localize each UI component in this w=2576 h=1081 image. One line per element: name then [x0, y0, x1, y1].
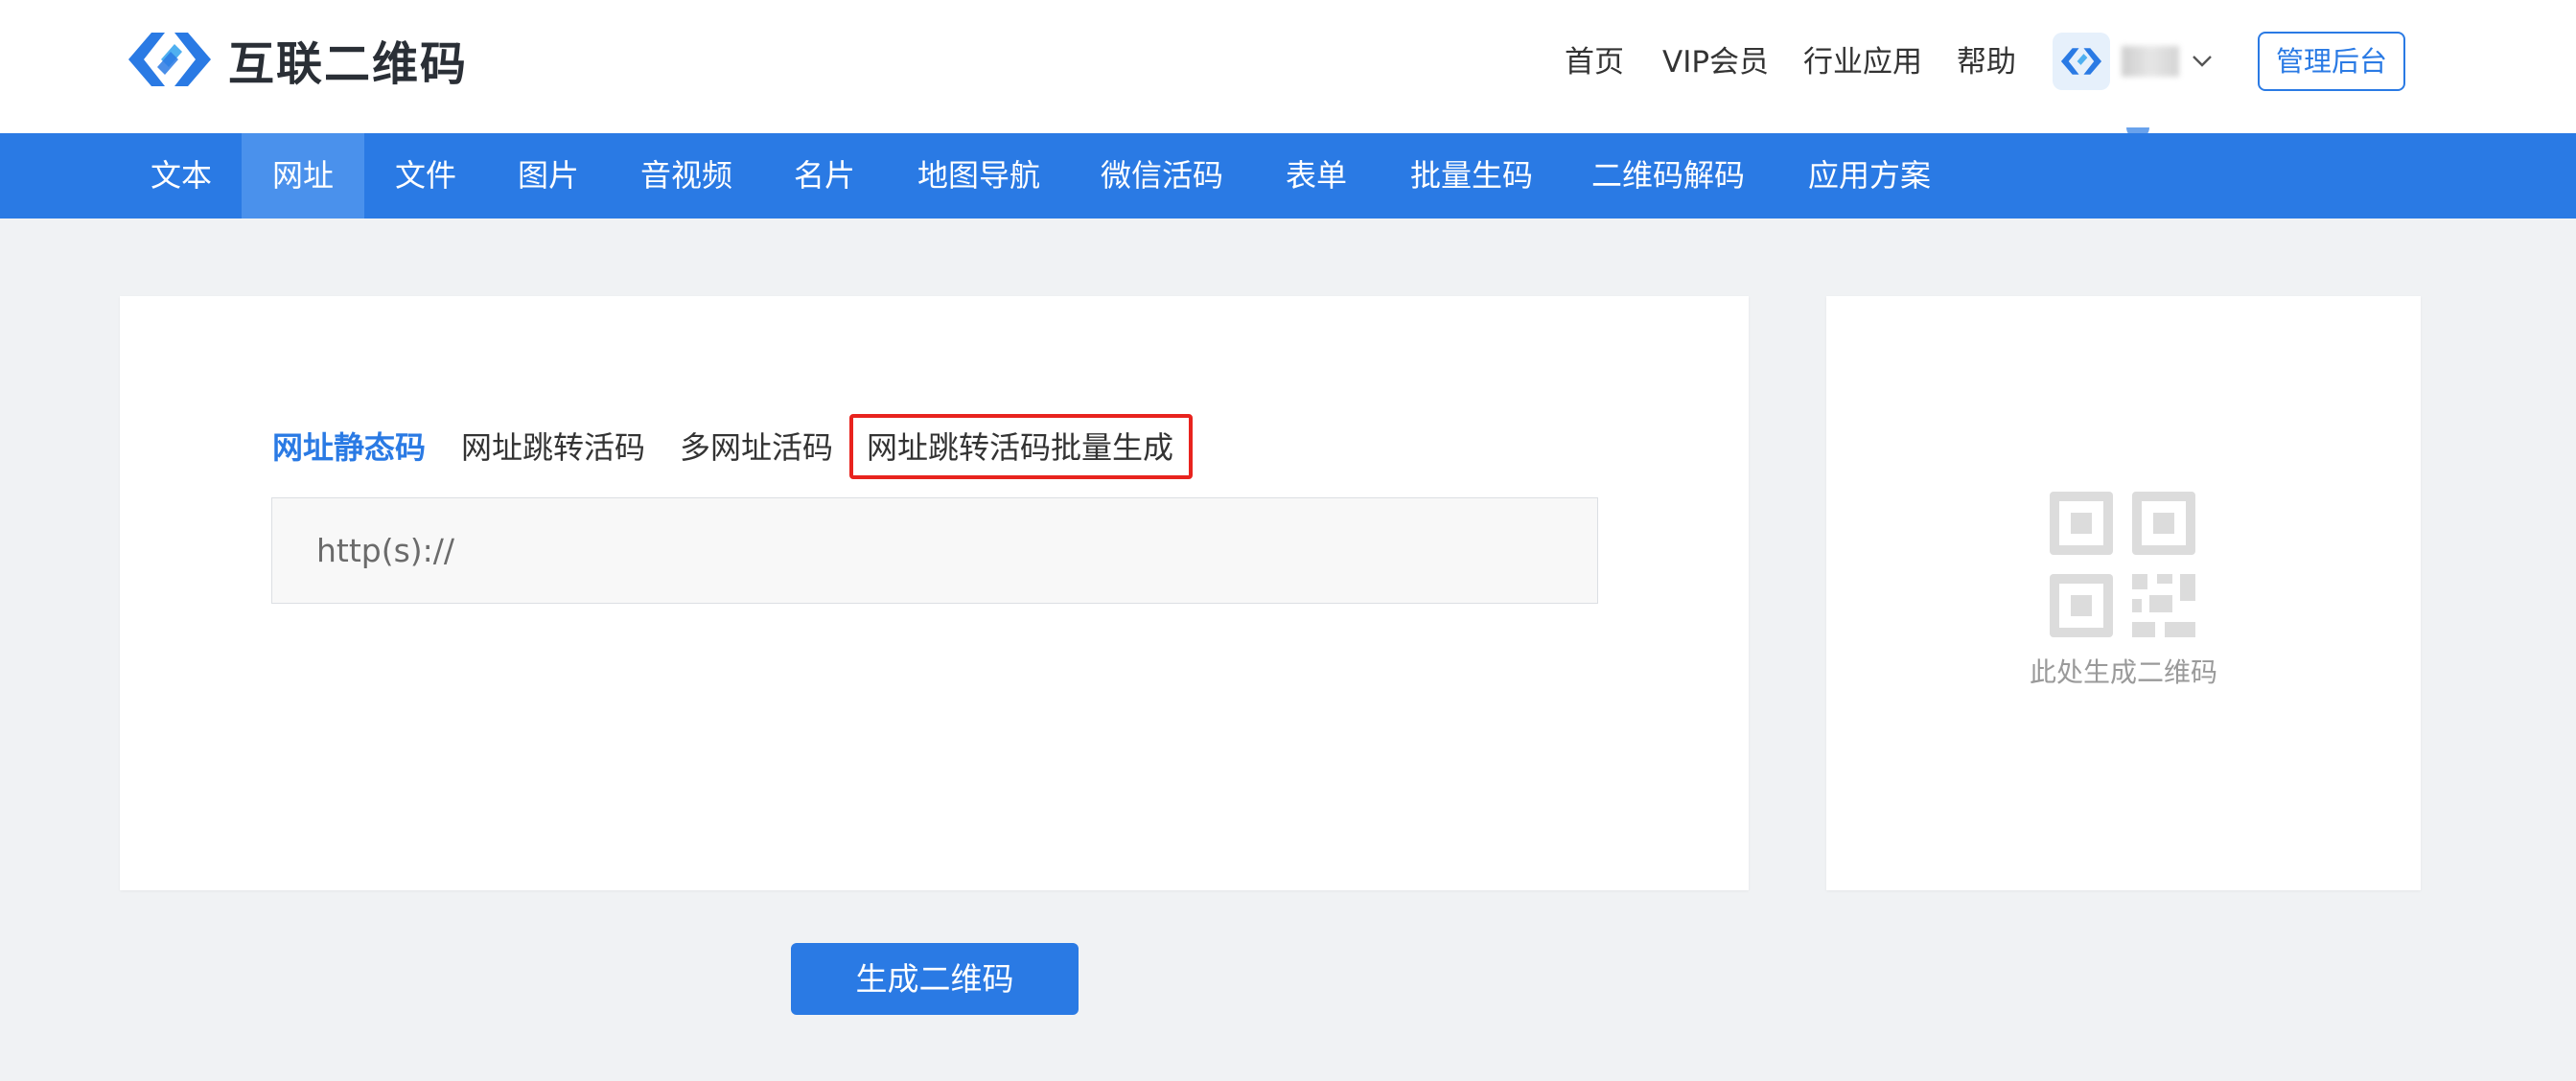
nav-text[interactable]: 文本 [121, 133, 242, 218]
top-header: 互联二维码 首页 VIP会员 行业应用 帮助 管理后台 [0, 0, 2576, 139]
brand-name: 互联二维码 [228, 37, 469, 91]
topnav-industry[interactable]: 行业应用 [1803, 38, 1922, 86]
url-input[interactable] [271, 497, 1598, 604]
avatar[interactable] [2053, 33, 2110, 90]
admin-console-button[interactable]: 管理后台 [2258, 32, 2405, 91]
qr-code-icon [2050, 492, 2195, 637]
nav-map[interactable]: 地图导航 [886, 133, 1072, 218]
tab-redirect-dynamic[interactable]: 网址跳转活码 [461, 424, 645, 472]
topnav-help[interactable]: 帮助 [1957, 38, 2016, 86]
brand-logo[interactable]: 互联二维码 [123, 27, 468, 92]
logo-icon [128, 33, 211, 86]
nav-business-card[interactable]: 名片 [763, 133, 886, 218]
nav-solutions[interactable]: 应用方案 [1774, 133, 1965, 218]
nav-batch[interactable]: 批量生码 [1381, 133, 1563, 218]
nav-url[interactable]: 网址 [242, 133, 364, 218]
avatar-logo-icon [2060, 48, 2102, 75]
nav-image[interactable]: 图片 [487, 133, 610, 218]
qr-placeholder-caption: 此处生成二维码 [2029, 656, 2217, 688]
nav-wechat-code[interactable]: 微信活码 [1072, 133, 1252, 218]
highlight-box [849, 414, 1193, 479]
username-blurred[interactable] [2122, 46, 2179, 77]
generate-qr-button[interactable]: 生成二维码 [791, 943, 1079, 1015]
tab-multi-url-dynamic[interactable]: 多网址活码 [680, 424, 833, 472]
topnav-vip[interactable]: VIP会员 [1662, 38, 1769, 86]
main-nav-bar: 文本 网址 文件 图片 音视频 名片 地图导航 微信活码 表单 批量生码 二维码… [0, 133, 2576, 218]
nav-decode[interactable]: 二维码解码 [1563, 133, 1774, 218]
chevron-down-icon[interactable] [2188, 46, 2216, 75]
nav-file[interactable]: 文件 [364, 133, 487, 218]
topnav-home[interactable]: 首页 [1565, 38, 1624, 86]
nav-audio-video[interactable]: 音视频 [610, 133, 763, 218]
tab-static-url[interactable]: 网址静态码 [272, 424, 426, 472]
nav-form[interactable]: 表单 [1252, 133, 1381, 218]
